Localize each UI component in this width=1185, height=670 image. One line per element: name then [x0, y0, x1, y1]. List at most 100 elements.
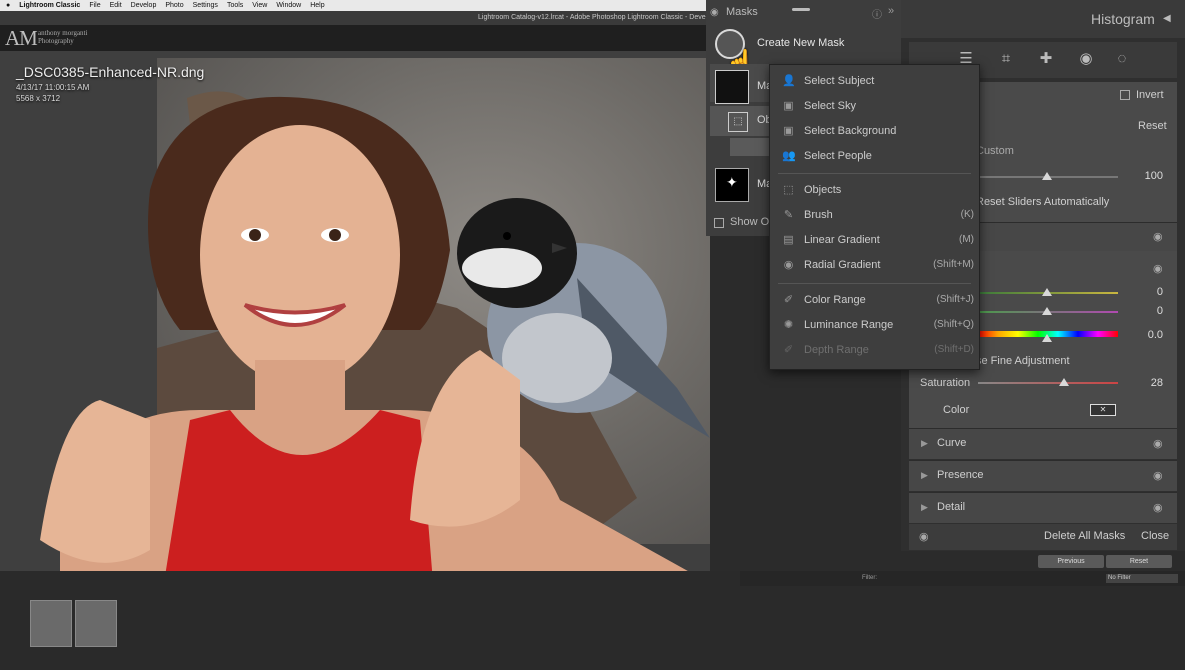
fine-adjustment-label[interactable]: se Fine Adjustment [976, 355, 1070, 367]
red-eye-icon[interactable]: ◉ [1076, 49, 1096, 69]
apple-icon[interactable]: ● [6, 0, 10, 11]
eye-icon[interactable]: ◉ [1153, 469, 1163, 482]
saturation-value[interactable]: 28 [1133, 377, 1163, 389]
objects-icon: ⬚ [782, 184, 795, 196]
eye-icon[interactable]: ◉ [919, 530, 929, 543]
color-range-icon: ✐ [782, 294, 795, 306]
mask-thumbnail [715, 70, 749, 104]
menu-item-luminance-range[interactable]: ✺ Luminance Range (Shift+Q) [770, 314, 979, 336]
color-label: Color [943, 404, 969, 416]
menu-item-objects[interactable]: ⬚ Objects [770, 179, 979, 201]
create-new-mask-label[interactable]: Create New Mask [757, 37, 844, 49]
menu-item-select-people[interactable]: 👥 Select People [770, 145, 979, 167]
menu-item-select-background[interactable]: ▣ Select Background [770, 120, 979, 142]
menu-item-depth-range: ✐ Depth Range (Shift+D) [770, 339, 979, 361]
crop-icon[interactable]: ⌗ [996, 49, 1016, 69]
healing-icon[interactable]: ✚ [1036, 49, 1056, 69]
add-subtract-button[interactable] [730, 138, 770, 156]
saturation-slider-thumb[interactable] [1059, 378, 1069, 386]
people-icon: 👥 [782, 150, 795, 162]
sky-icon: ▣ [782, 100, 795, 112]
shortcut-text: (Shift+M) [933, 254, 974, 276]
menu-edit[interactable]: Edit [110, 0, 122, 11]
tint-slider-thumb[interactable] [1042, 307, 1052, 315]
photo-dimensions: 5568 x 3712 [16, 93, 89, 104]
shortcut-text: (M) [959, 229, 974, 251]
color-swatch[interactable]: ✕ [1090, 404, 1116, 416]
menu-view[interactable]: View [252, 0, 267, 11]
previous-button[interactable]: Previous [1038, 555, 1104, 568]
menu-item-radial-gradient[interactable]: ◉ Radial Gradient (Shift+M) [770, 254, 979, 276]
preset-dropdown[interactable]: Custom [976, 145, 1014, 157]
reset-link[interactable]: Reset [1138, 120, 1167, 132]
close-button[interactable]: Close [1141, 530, 1169, 542]
eye-icon[interactable]: ◉ [1153, 230, 1163, 243]
masking-icon[interactable]: ◌ [1112, 49, 1132, 69]
background-icon: ▣ [782, 125, 795, 137]
histogram-title: Histogram [1091, 11, 1155, 27]
eye-icon[interactable]: ◉ [710, 7, 719, 18]
menu-item-color-range[interactable]: ✐ Color Range (Shift+J) [770, 289, 979, 311]
amount-value[interactable]: 100 [1133, 170, 1163, 182]
filmstrip-thumbnail[interactable] [75, 600, 117, 647]
identity-bar [0, 25, 710, 51]
menu-app-name[interactable]: Lightroom Classic [19, 0, 80, 11]
temp-slider-thumb[interactable] [1042, 288, 1052, 296]
shortcut-text: (Shift+D) [934, 339, 974, 361]
saturation-slider-track[interactable] [978, 382, 1118, 384]
amount-slider-thumb[interactable] [1042, 172, 1052, 180]
luminance-range-icon: ✺ [782, 319, 795, 331]
eye-icon[interactable]: ◉ [1153, 501, 1163, 514]
menu-file[interactable]: File [89, 0, 100, 11]
help-icon[interactable]: ⓘ [872, 6, 882, 21]
menu-item-linear-gradient[interactable]: ▤ Linear Gradient (M) [770, 229, 979, 251]
identity-plate-initials: AM [5, 26, 37, 51]
delete-all-masks-button[interactable]: Delete All Masks [1044, 530, 1125, 542]
linear-gradient-icon: ▤ [782, 234, 795, 246]
menu-item-brush[interactable]: ✎ Brush (K) [770, 204, 979, 226]
detail-section-label: Detail [937, 501, 965, 513]
menu-help[interactable]: Help [310, 0, 324, 11]
curve-section[interactable]: ▶ Curve ◉ [909, 428, 1177, 459]
curve-section-label: Curve [937, 437, 966, 449]
window-titlebar: Lightroom Catalog-v12.lrcat - Adobe Phot… [0, 11, 710, 26]
shortcut-text: (Shift+J) [936, 289, 974, 311]
menu-window[interactable]: Window [276, 0, 301, 11]
radial-gradient-icon: ◉ [782, 259, 795, 271]
triangle-left-icon[interactable]: ◀ [1163, 13, 1171, 24]
eye-icon[interactable]: ◉ [1153, 262, 1163, 275]
menu-develop[interactable]: Develop [131, 0, 157, 11]
identity-name-line1: anthony morganti [38, 29, 87, 37]
create-mask-dropdown: 👤 Select Subject ▣ Select Sky ▣ Select B… [769, 64, 980, 370]
triangle-right-icon: ▶ [921, 438, 928, 449]
reset-sliders-auto-label[interactable]: Reset Sliders Automatically [976, 196, 1109, 208]
menu-settings[interactable]: Settings [193, 0, 218, 11]
masks-panel-title: Masks [726, 6, 758, 18]
invert-checkbox[interactable] [1120, 90, 1130, 100]
show-overlay-checkbox[interactable] [714, 218, 724, 228]
depth-range-icon: ✐ [782, 344, 795, 356]
menu-photo[interactable]: Photo [165, 0, 183, 11]
menu-item-select-sky[interactable]: ▣ Select Sky [770, 95, 979, 117]
reset-button[interactable]: Reset [1106, 555, 1172, 568]
hue-slider-thumb[interactable] [1042, 334, 1052, 342]
collapse-icon[interactable]: » [888, 5, 894, 17]
hue-value[interactable]: 0.0 [1133, 329, 1163, 341]
tint-value[interactable]: 0 [1133, 305, 1163, 317]
lower-filmstrip-area [740, 586, 1185, 670]
temp-value[interactable]: 0 [1133, 286, 1163, 298]
filmstrip-thumbnail[interactable] [30, 600, 72, 647]
menu-tools[interactable]: Tools [227, 0, 243, 11]
eye-icon[interactable]: ◉ [1153, 437, 1163, 450]
window-title: Lightroom Catalog-v12.lrcat - Adobe Phot… [478, 11, 711, 25]
menu-divider [778, 283, 971, 284]
detail-section[interactable]: ▶ Detail ◉ [909, 492, 1177, 523]
presence-section[interactable]: ▶ Presence ◉ [909, 460, 1177, 491]
drag-handle-icon[interactable] [792, 8, 810, 11]
filter-dropdown[interactable]: No Filter [1106, 574, 1178, 583]
shortcut-text: (K) [961, 204, 974, 226]
triangle-right-icon: ▶ [921, 502, 928, 513]
menu-item-select-subject[interactable]: 👤 Select Subject [770, 70, 979, 92]
saturation-label: Saturation [920, 377, 970, 389]
objects-component-icon: ⬚ [728, 112, 748, 132]
